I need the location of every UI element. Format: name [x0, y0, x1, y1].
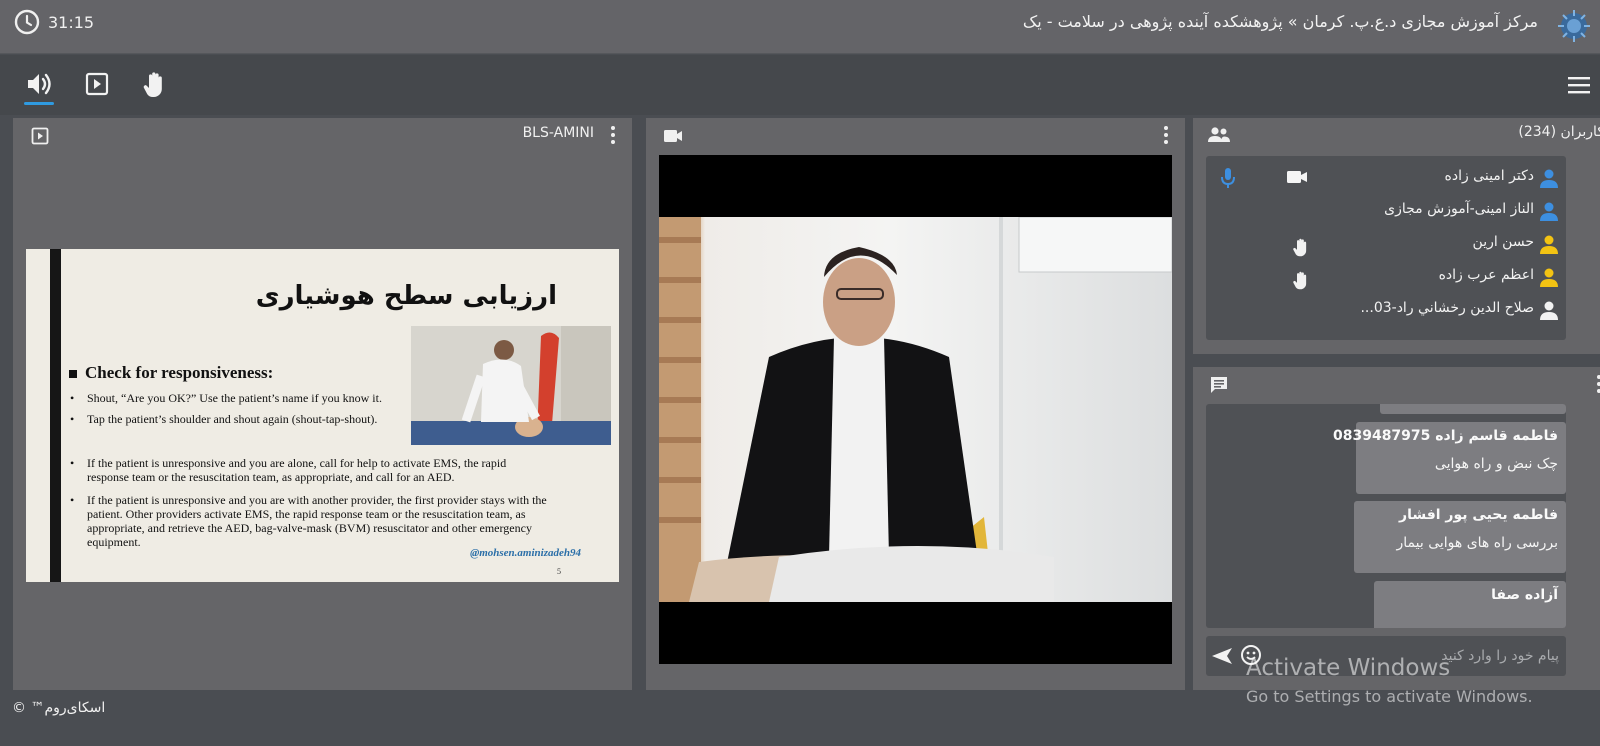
chat-message-sender: آزاده صفا	[1491, 587, 1558, 603]
slide-bullet: Shout, “Are you OK?” Use the patient’s n…	[69, 391, 409, 405]
top-bar: 31:15 مرکز آموزش مجازی د.ع.پ. کرمان » پژ…	[0, 0, 1600, 54]
users-panel-header: کاربران (234)	[1193, 118, 1600, 154]
raise-hand-icon	[143, 72, 162, 97]
user-row[interactable]: الناز امینی-آموزش مجازی	[1206, 195, 1566, 228]
user-row[interactable]: اعظم عرب زاده	[1206, 261, 1566, 294]
clock-icon	[14, 9, 40, 35]
volume-icon	[28, 73, 51, 95]
user-row[interactable]: حسن ارین	[1206, 228, 1566, 261]
footer-brand: اسکای‌روم™ ©	[12, 700, 106, 716]
webcam-options-button[interactable]	[1163, 126, 1169, 144]
chat-message: فاطمه یحیی پور افشار بررسی راه های هوایی…	[1354, 501, 1566, 573]
chat-icon	[1211, 377, 1227, 393]
windows-activation-watermark: Activate Windows Go to Settings to activ…	[1246, 655, 1533, 706]
user-row[interactable]: دکتر امینی زاده	[1206, 162, 1566, 195]
users-icon	[1208, 127, 1230, 142]
toolbar	[0, 55, 1600, 115]
presentation-title: BLS-AMINI	[522, 125, 594, 141]
chat-message: آزاده صفا	[1374, 581, 1566, 628]
slide-heading: Check for responsiveness:	[69, 363, 273, 383]
watermark-line-2: Go to Settings to activate Windows.	[1246, 687, 1533, 706]
presenter-user-icon	[1540, 268, 1558, 287]
session-timer: 31:15	[14, 9, 94, 35]
chat-message-sender: فاطمه یحیی پور افشار	[1399, 507, 1558, 523]
audio-button[interactable]	[24, 69, 54, 105]
send-icon[interactable]	[1210, 644, 1234, 668]
camera-icon	[664, 130, 682, 142]
slide-title: ارزیابی سطح هوشیاری	[255, 281, 557, 311]
raised-hand-icon	[1293, 271, 1307, 290]
slide-photo	[411, 326, 611, 445]
presentation-icon	[31, 127, 49, 145]
university-logo-icon	[1558, 10, 1590, 42]
chat-message-text: بررسی راه های هوایی بیمار	[1396, 535, 1559, 551]
presentation-panel-header: BLS-AMINI	[13, 118, 632, 154]
chat-message: فاطمه قاسم زاده 0839487975 چک نبض و راه …	[1332, 422, 1566, 494]
chat-message-sender: فاطمه قاسم زاده 0839487975	[1332, 428, 1558, 444]
presentation-slide: ارزیابی سطح هوشیاری Check for responsive…	[26, 249, 619, 582]
raise-hand-button[interactable]	[141, 69, 171, 99]
user-name: حسن ارین	[1472, 234, 1534, 250]
webcam-on-icon	[1287, 171, 1307, 183]
user-row[interactable]: صلاح الدين رخشاني راد-03...	[1206, 294, 1566, 327]
slide-bullet: If the patient is unresponsive and you a…	[69, 493, 549, 549]
slide-page-number: 5	[557, 567, 561, 576]
moderator-user-icon	[1540, 169, 1558, 188]
user-name: الناز امینی-آموزش مجازی	[1384, 201, 1534, 217]
raised-hand-icon	[1293, 238, 1307, 257]
presentation-icon	[85, 72, 109, 96]
users-panel-title: کاربران (234)	[1518, 124, 1600, 140]
chat-panel-header	[1193, 367, 1600, 403]
slide-bullet: Tap the patient’s shoulder and shout aga…	[69, 412, 409, 426]
webcam-panel-header	[646, 118, 1185, 154]
chat-options-button[interactable]	[1596, 375, 1600, 393]
microphone-icon	[1221, 168, 1235, 188]
user-icon	[1540, 301, 1558, 320]
presentation-options-button[interactable]	[610, 126, 616, 144]
chat-message-text: چک نبض و راه هوایی	[1434, 456, 1558, 472]
chat-messages: فاطمه قاسم زاده 0839487975 چک نبض و راه …	[1206, 404, 1566, 628]
user-name: اعظم عرب زاده	[1438, 267, 1534, 283]
main-menu-button[interactable]	[1566, 75, 1592, 95]
slide-bullets-bottom: If the patient is unresponsive and you a…	[69, 456, 549, 556]
user-name: صلاح الدين رخشاني راد-03...	[1360, 300, 1534, 316]
users-list: دکتر امینی زاده الناز امینی-آموزش مجازی …	[1206, 156, 1566, 340]
presentation-button[interactable]	[82, 69, 112, 99]
chat-message-partial	[1380, 404, 1566, 414]
moderator-user-icon	[1540, 202, 1558, 221]
user-name: دکتر امینی زاده	[1444, 168, 1534, 184]
slide-bullets-top: Shout, “Are you OK?” Use the patient’s n…	[69, 391, 409, 433]
watermark-line-1: Activate Windows	[1246, 655, 1451, 681]
timer-text: 31:15	[48, 12, 95, 32]
slide-credit: @mohsen.aminizadeh94	[470, 547, 581, 559]
webcam-video[interactable]	[659, 155, 1172, 664]
presenter-user-icon	[1540, 235, 1558, 254]
menu-icon	[1568, 77, 1590, 94]
slide-side-bar	[50, 249, 61, 582]
room-title: مرکز آموزش مجازی د.ع.پ. کرمان » پژوهشکده…	[1022, 12, 1538, 31]
presentation-panel: BLS-AMINI ارزیابی سطح هوشیاری Check for …	[13, 118, 632, 690]
slide-bullet: If the patient is unresponsive and you a…	[69, 456, 549, 484]
